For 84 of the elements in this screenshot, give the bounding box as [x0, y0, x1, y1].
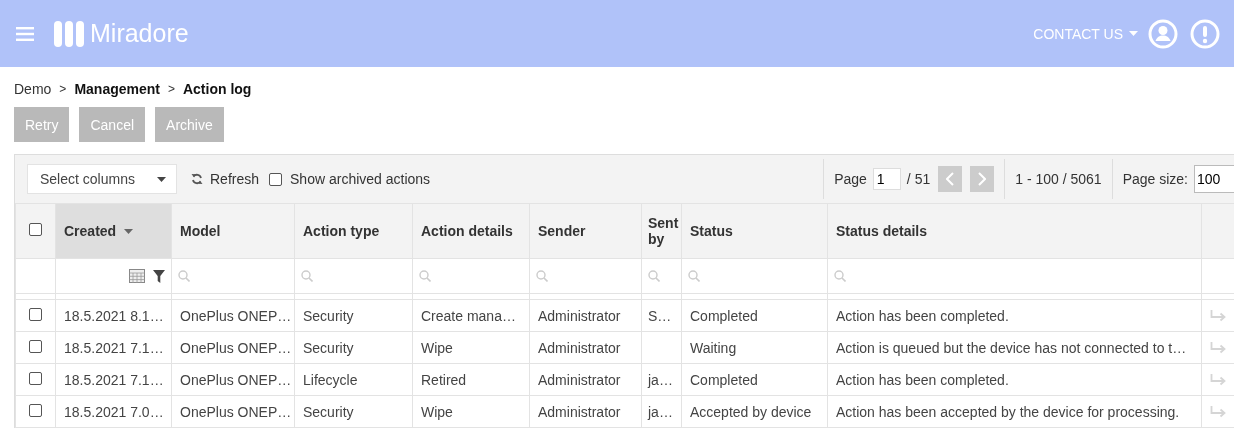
logo-text: Miradore — [90, 19, 189, 48]
record-range: 1 - 100 / 5061 — [1015, 171, 1102, 187]
table-cell: Administrator — [538, 307, 621, 324]
checkbox[interactable] — [29, 339, 42, 353]
forward-arrow-icon[interactable] — [1210, 373, 1226, 386]
column-header[interactable]: Status — [681, 203, 828, 259]
table-cell: Administrator — [538, 403, 621, 420]
table-cell: Administrator — [538, 371, 621, 388]
page-label: Page — [834, 171, 867, 187]
column-header[interactable]: Action type — [294, 203, 413, 259]
breadcrumb-separator: > — [59, 82, 67, 96]
table-cell: 18.5.2021 7.0… — [64, 403, 164, 420]
table-cell: Administrator — [538, 339, 621, 356]
table-cell: S… — [648, 307, 672, 324]
caret-icon — [157, 176, 166, 182]
table-cell: 18.5.2021 7.1… — [64, 371, 164, 388]
refresh-icon — [191, 173, 203, 185]
table-cell: OnePlus ONEP… — [180, 371, 292, 388]
table-cell: OnePlus ONEP… — [180, 307, 292, 324]
table-cell: Action is queued but the device has not connected to t… — [836, 339, 1187, 356]
table-cell: ja… — [648, 371, 673, 388]
table-cell: Waiting — [690, 339, 737, 356]
user-icon[interactable] — [1148, 18, 1178, 49]
table-cell: Wipe — [421, 339, 453, 356]
column-title: Model — [180, 223, 221, 239]
calendar-icon[interactable] — [129, 269, 145, 283]
column-title: Created — [64, 223, 117, 239]
table-cell: Completed — [690, 371, 758, 388]
table-cell: Security — [303, 339, 354, 356]
sort-caret-icon — [124, 228, 134, 234]
table-cell: Lifecycle — [303, 371, 358, 388]
caret-icon — [1129, 31, 1138, 36]
table-cell: Accepted by device — [690, 403, 812, 420]
page-total: / 51 — [906, 171, 931, 187]
table-cell: ja… — [648, 403, 673, 420]
page-size-field[interactable]: 100 — [1194, 165, 1234, 193]
breadcrumb-separator: > — [167, 82, 175, 96]
checkbox[interactable] — [29, 403, 42, 417]
table-cell: 18.5.2021 7.1… — [64, 339, 164, 356]
column-header[interactable]: Created — [55, 203, 172, 259]
select-columns-dropdown[interactable]: Select columns — [27, 164, 177, 194]
column-title: Sender — [538, 223, 586, 239]
breadcrumb-current: Action log — [182, 81, 252, 97]
table-cell: Security — [303, 403, 354, 420]
table-cell: Action has been accepted by the device for processing. — [836, 403, 1180, 420]
menu-icon[interactable] — [16, 26, 34, 41]
column-title: Action details — [421, 223, 513, 239]
forward-arrow-icon[interactable] — [1210, 405, 1226, 418]
column-title: Sent by — [648, 215, 679, 247]
alert-icon[interactable] — [1190, 18, 1220, 49]
column-header[interactable]: Action details — [412, 203, 530, 259]
page-input[interactable]: 1 — [872, 168, 901, 190]
column-header[interactable]: Sent by — [641, 203, 682, 259]
table-cell: Completed — [690, 307, 758, 324]
checkbox[interactable] — [29, 371, 42, 385]
refresh-button[interactable]: Refresh — [191, 171, 260, 187]
breadcrumb-link[interactable]: Demo — [14, 81, 52, 97]
logo-icon — [54, 20, 84, 47]
column-header[interactable]: Sender — [529, 203, 642, 259]
table-cell: Wipe — [421, 403, 453, 420]
checkbox[interactable] — [269, 172, 283, 186]
forward-arrow-icon[interactable] — [1210, 341, 1226, 354]
chevron-icon — [946, 172, 955, 186]
table-cell: Retired — [421, 371, 467, 388]
column-header[interactable]: Status details — [827, 203, 1202, 259]
column-title: Action type — [303, 223, 380, 239]
checkbox[interactable] — [29, 223, 42, 236]
column-title: Status — [690, 223, 733, 239]
filter-icon[interactable] — [153, 269, 165, 283]
table-cell: 18.5.2021 8.1… — [64, 307, 164, 324]
table-cell: Action has been completed. — [836, 371, 1009, 388]
table-cell: Security — [303, 307, 354, 324]
checkbox-label: Show archived actions — [290, 171, 431, 187]
page-size-label: Page size: — [1122, 171, 1188, 187]
column-header[interactable]: Model — [171, 203, 295, 259]
forward-arrow-icon[interactable] — [1210, 309, 1226, 322]
table-cell: Create mana… — [421, 307, 516, 324]
chevron-icon — [978, 172, 987, 186]
breadcrumb-link[interactable]: Management — [74, 81, 160, 97]
table-cell: OnePlus ONEP… — [180, 339, 292, 356]
table-cell: OnePlus ONEP… — [180, 403, 292, 420]
table-cell: Action has been completed. — [836, 307, 1009, 324]
checkbox[interactable] — [29, 307, 42, 321]
column-title: Status details — [836, 223, 928, 239]
